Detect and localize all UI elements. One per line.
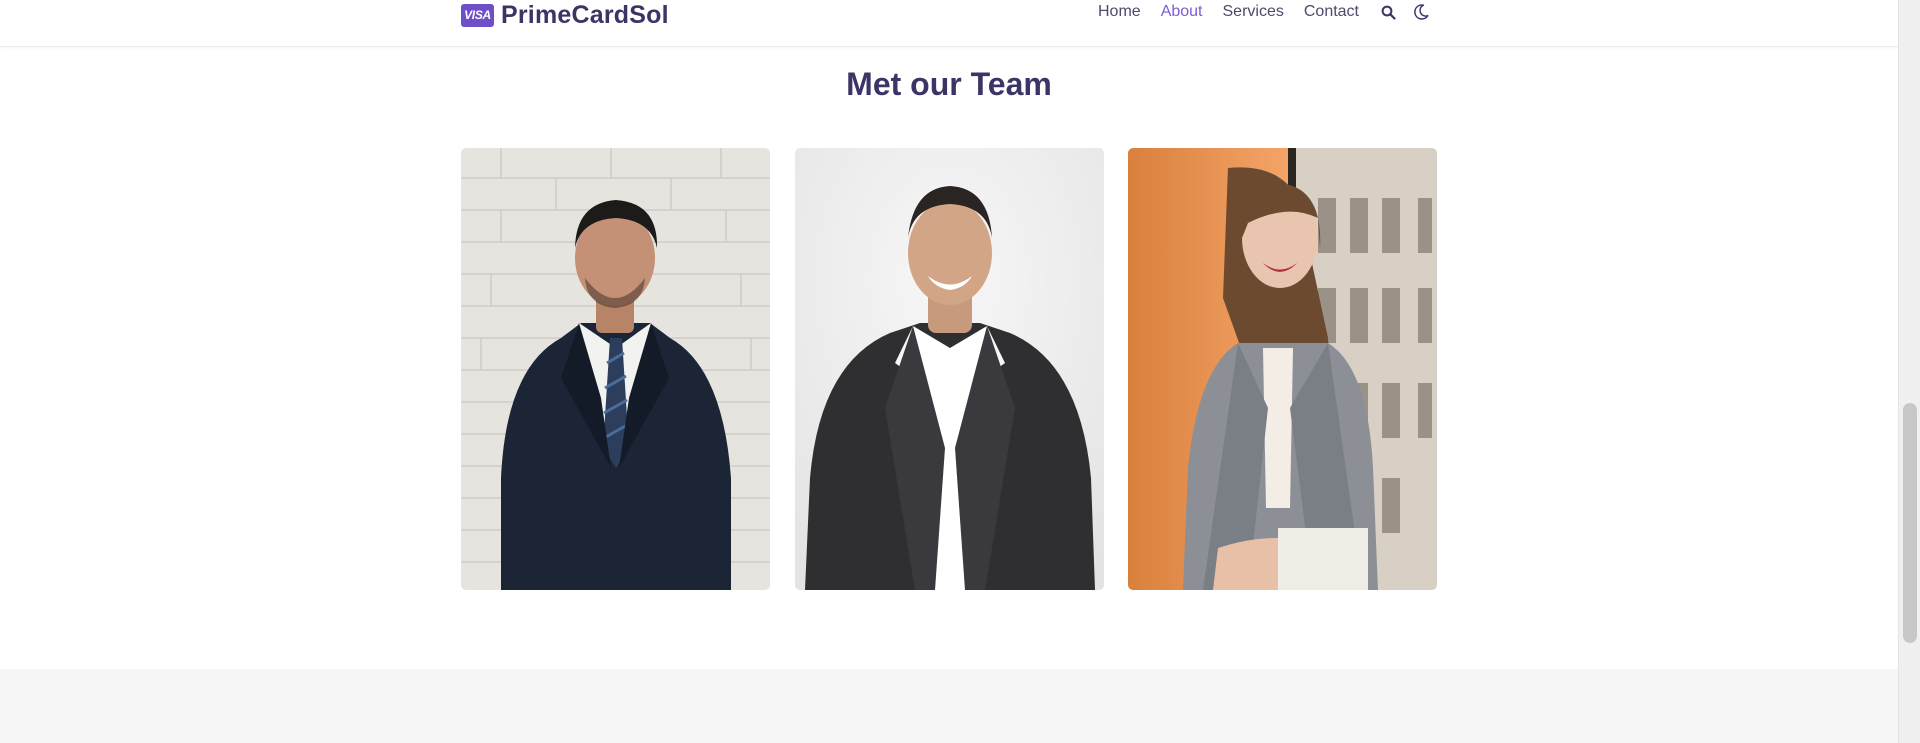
- section-title: Met our Team: [846, 66, 1052, 102]
- brand-name: PrimeCardSol: [501, 0, 669, 29]
- search-icon[interactable]: [1379, 3, 1397, 21]
- scrollbar[interactable]: [1898, 0, 1920, 743]
- nav-home[interactable]: Home: [1098, 3, 1141, 21]
- team-member-photo: [795, 148, 1104, 590]
- team-member-photo: [1128, 148, 1437, 590]
- moon-icon[interactable]: [1412, 3, 1430, 21]
- brand-logo[interactable]: VISA PrimeCardSol: [461, 1, 669, 29]
- nav-about[interactable]: About: [1161, 3, 1203, 21]
- visa-card-icon: VISA: [461, 3, 494, 27]
- footer-section: [0, 669, 1898, 743]
- team-member-photo: [461, 148, 770, 590]
- main-nav: Home About Services Contact: [1098, 1, 1430, 23]
- scrollbar-thumb[interactable]: [1903, 403, 1917, 643]
- nav-services[interactable]: Services: [1223, 3, 1284, 21]
- nav-contact[interactable]: Contact: [1304, 3, 1359, 21]
- top-navbar: VISA PrimeCardSol Home About Services Co…: [0, 0, 1898, 47]
- page: VISA PrimeCardSol Home About Services Co…: [0, 0, 1898, 743]
